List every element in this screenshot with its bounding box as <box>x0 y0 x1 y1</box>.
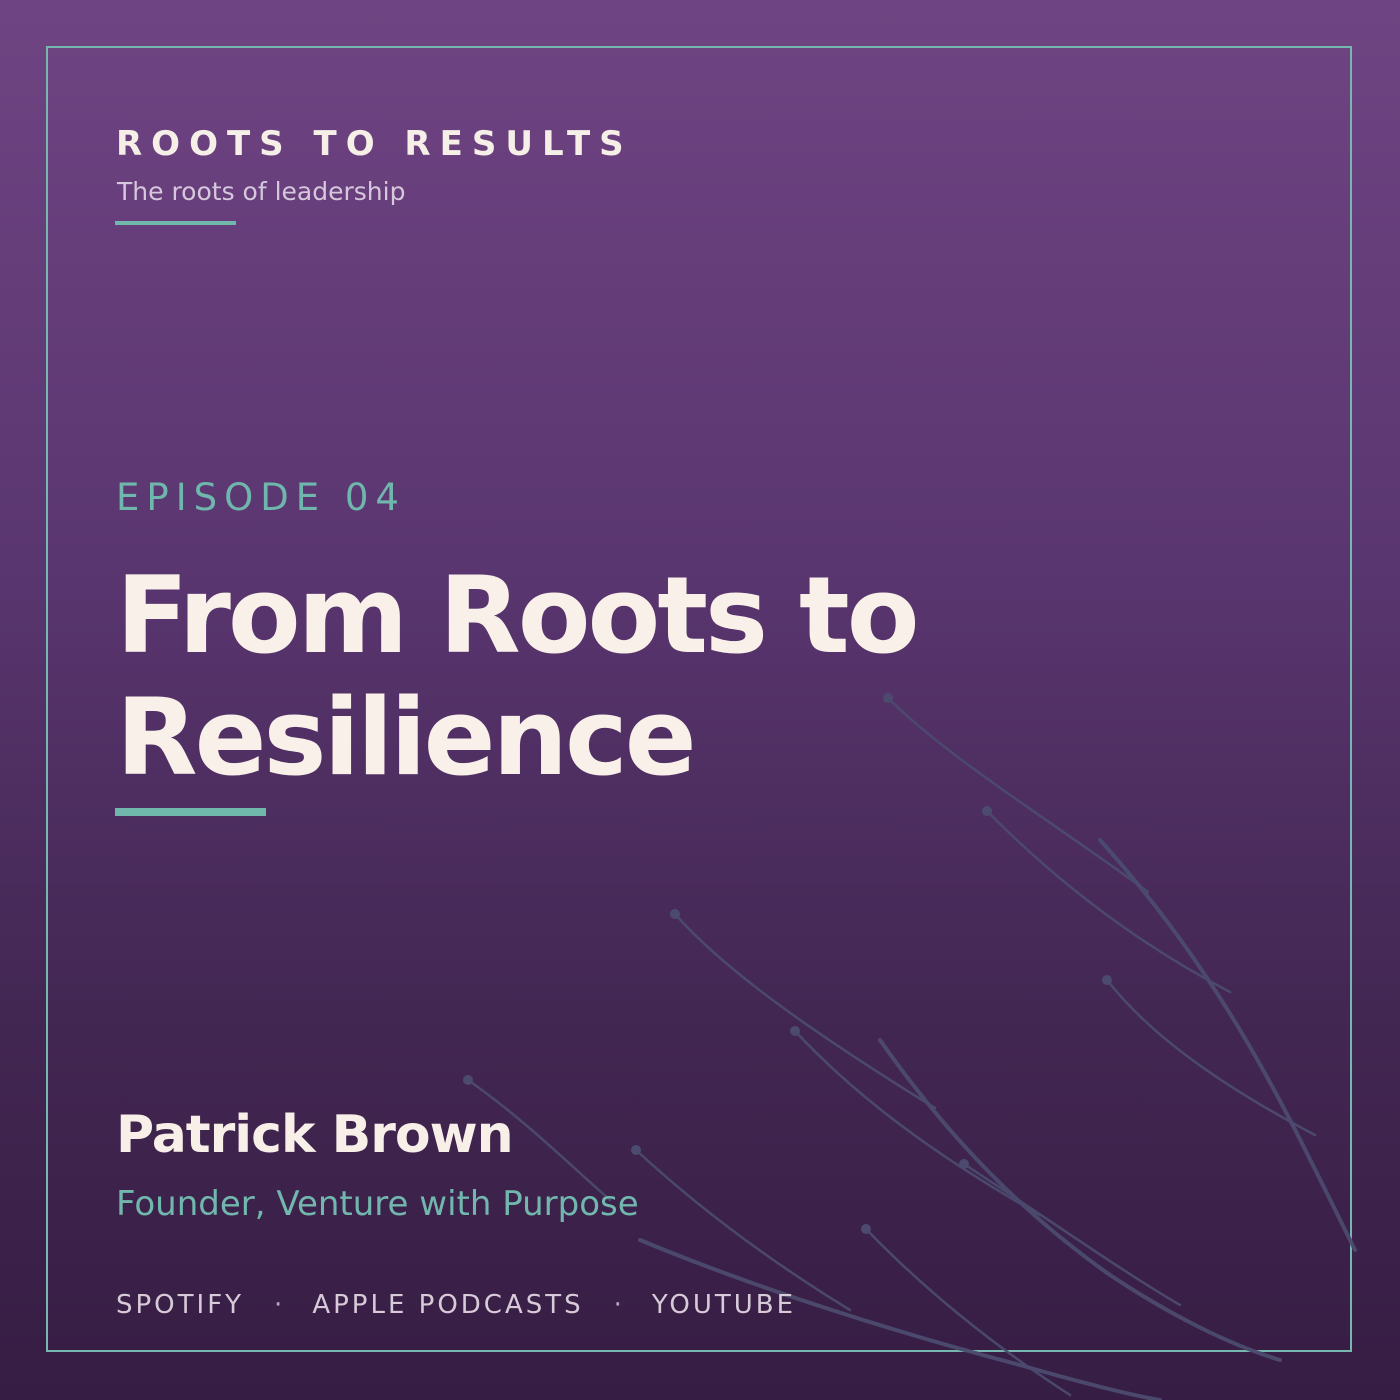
episode-title-underline <box>115 808 266 816</box>
platform-separator: · <box>613 1290 622 1320</box>
episode-title-line-1: From Roots to <box>116 554 920 677</box>
episode-title: From Roots to Resilience <box>116 554 920 799</box>
guest-name: Patrick Brown <box>116 1105 514 1165</box>
platform-list: SPOTIFY · APPLE PODCASTS · YOUTUBE <box>116 1289 796 1321</box>
platform-youtube: YOUTUBE <box>651 1290 797 1320</box>
platform-separator: · <box>274 1290 283 1320</box>
episode-label: EPISODE 04 <box>116 476 406 519</box>
platform-apple-podcasts: APPLE PODCASTS <box>312 1290 584 1320</box>
show-tagline: The roots of leadership <box>117 177 406 206</box>
title-underline <box>115 221 236 225</box>
episode-title-line-2: Resilience <box>116 676 697 799</box>
show-title: ROOTS TO RESULTS <box>116 124 633 164</box>
guest-role: Founder, Venture with Purpose <box>116 1184 639 1224</box>
platform-spotify: SPOTIFY <box>116 1290 245 1320</box>
